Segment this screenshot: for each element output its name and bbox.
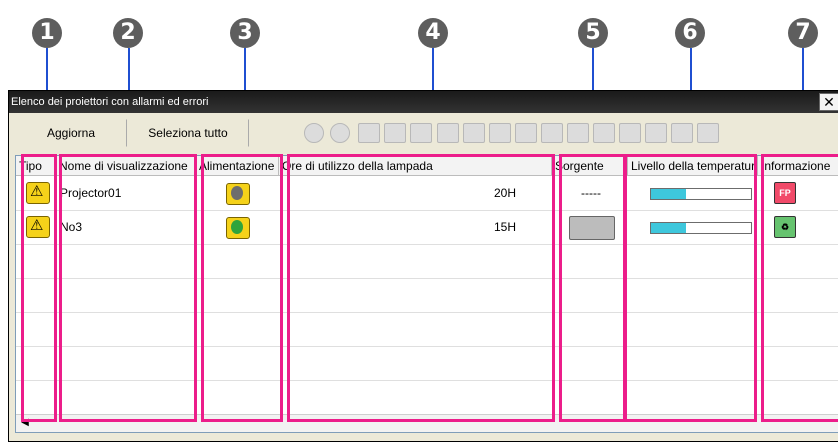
av-mute-icon[interactable] (645, 123, 667, 143)
wireless-icon[interactable] (697, 123, 719, 143)
source-usb-icon[interactable] (593, 123, 615, 143)
callout-7: 7 (788, 18, 818, 48)
update-button[interactable]: Aggiorna (15, 119, 127, 147)
source-svideo-icon[interactable] (437, 123, 459, 143)
window-title-bar: Elenco dei proiettori con allarmi ed err… (9, 91, 838, 113)
highlight-temperature-column (623, 154, 757, 422)
source-dvi-icon[interactable] (567, 123, 589, 143)
source-computer2-icon[interactable] (384, 123, 406, 143)
source-component-icon[interactable] (541, 123, 563, 143)
power-on-icon[interactable] (330, 123, 350, 143)
callout-4: 4 (418, 18, 448, 48)
callout-2: 2 (113, 18, 143, 48)
source-network-icon[interactable] (489, 123, 511, 143)
source-rgb-icon[interactable] (515, 123, 537, 143)
close-icon[interactable]: ✕ (819, 93, 838, 111)
select-all-button[interactable]: Seleziona tutto (127, 119, 249, 147)
av-mute-off-icon[interactable] (671, 123, 693, 143)
highlight-source-column (559, 154, 627, 422)
callout-5: 5 (578, 18, 608, 48)
highlight-lamp-hours-column (287, 154, 555, 422)
callout-1: 1 (32, 18, 62, 48)
toolbar: Aggiorna Seleziona tutto (9, 115, 838, 149)
callout-3: 3 (230, 18, 260, 48)
highlight-name-column (59, 154, 197, 422)
highlight-type-column (21, 154, 57, 422)
highlight-information-column (761, 154, 838, 422)
callout-6: 6 (675, 18, 705, 48)
highlight-power-column (201, 154, 283, 422)
alarm-error-projector-list-window: Elenco dei proiettori con allarmi ed err… (8, 90, 838, 442)
source-computer1-icon[interactable] (358, 123, 380, 143)
source-lan-icon[interactable] (619, 123, 641, 143)
power-off-icon[interactable] (304, 123, 324, 143)
window-title: Elenco dei proiettori con allarmi ed err… (11, 96, 209, 108)
source-video-icon[interactable] (410, 123, 432, 143)
source-hdmi-icon[interactable] (463, 123, 485, 143)
